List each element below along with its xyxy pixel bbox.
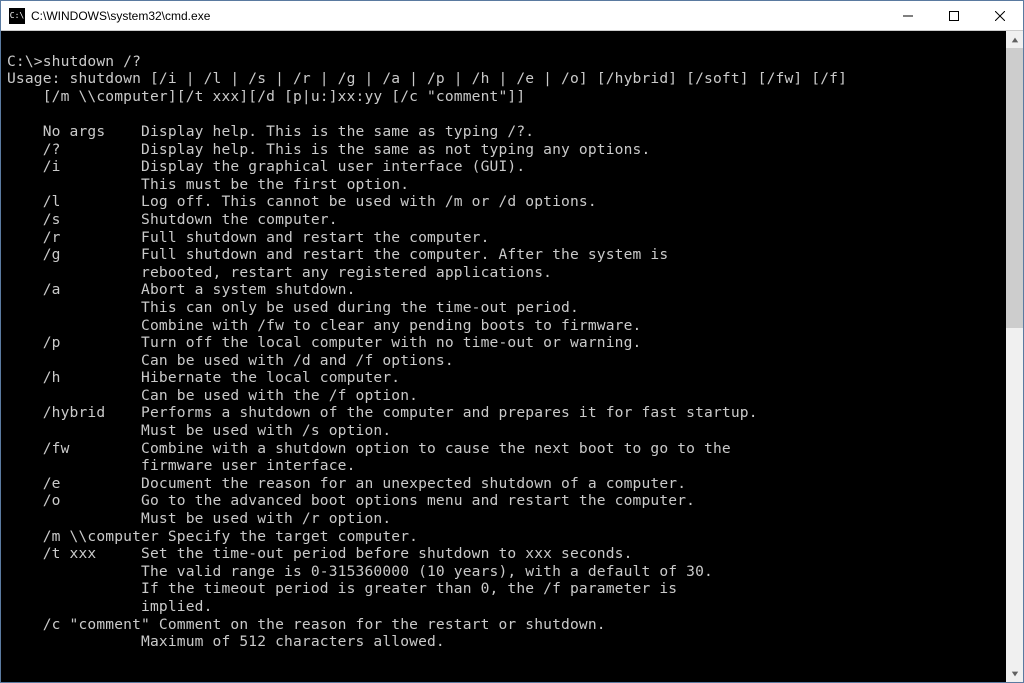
window-titlebar: C:\ C:\WINDOWS\system32\cmd.exe: [1, 1, 1023, 31]
scroll-down-button[interactable]: [1006, 665, 1023, 682]
console-area-wrap: C:\>shutdown /? Usage: shutdown [/i | /l…: [1, 31, 1023, 682]
scroll-thumb[interactable]: [1006, 48, 1023, 328]
close-button[interactable]: [977, 1, 1023, 31]
cmd-icon: C:\: [9, 8, 25, 24]
minimize-button[interactable]: [885, 1, 931, 31]
vertical-scrollbar[interactable]: [1006, 31, 1023, 682]
maximize-button[interactable]: [931, 1, 977, 31]
window-controls: [885, 1, 1023, 31]
scroll-up-button[interactable]: [1006, 31, 1023, 48]
window-title: C:\WINDOWS\system32\cmd.exe: [31, 9, 885, 23]
console-output[interactable]: C:\>shutdown /? Usage: shutdown [/i | /l…: [1, 31, 1006, 682]
